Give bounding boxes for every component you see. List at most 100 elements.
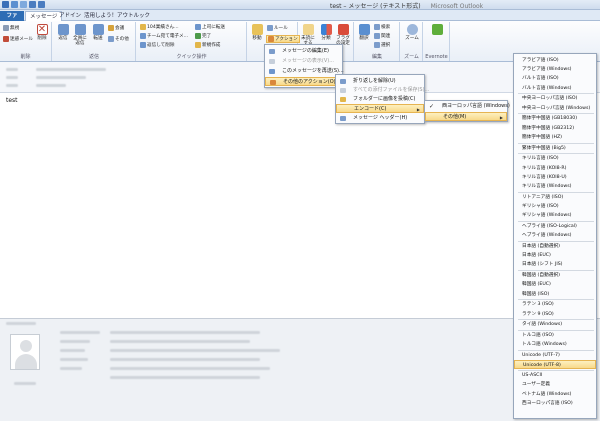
- quick-step-3[interactable]: 返信して削除: [140, 42, 174, 48]
- rules-button[interactable]: ルール: [267, 25, 288, 31]
- tab-file[interactable]: ファイル: [0, 11, 24, 29]
- encoding-option[interactable]: 日本語 (EUC): [514, 251, 596, 260]
- encoding-option[interactable]: 日本語 (シフト JIS): [514, 260, 596, 269]
- view-icon: [269, 59, 275, 64]
- zoom-button[interactable]: ズーム: [404, 24, 420, 41]
- encoding-option[interactable]: キリル言語 (ISO): [514, 154, 596, 163]
- encoding-option[interactable]: ギリシャ語 (Windows): [514, 211, 596, 220]
- encoding-option[interactable]: トルコ語 (ISO): [514, 331, 596, 340]
- related-label: 関連: [381, 34, 391, 39]
- group-evernote: Evernote: [424, 22, 450, 61]
- encoding-option[interactable]: ヘブライ語 (Windows): [514, 231, 596, 240]
- header-subject-value: [36, 84, 66, 87]
- encoding-option[interactable]: 簡体字中国語 (HZ): [514, 133, 596, 142]
- undo-icon[interactable]: [11, 1, 18, 8]
- encoding-option[interactable]: アラビア語 (ISO): [514, 56, 596, 65]
- forward-icon: [92, 24, 104, 35]
- quick-step-3-label: 返信して削除: [147, 43, 175, 48]
- junk-button[interactable]: 迷惑メール: [3, 36, 33, 42]
- categorize-button[interactable]: 分類: [318, 24, 334, 41]
- group-zoom-label: ズーム: [404, 54, 419, 60]
- encoding-more[interactable]: その他(M) ▶: [425, 112, 507, 121]
- encoding-option[interactable]: ヘブライ語 (ISO-Logical): [514, 222, 596, 231]
- redo-icon[interactable]: [20, 1, 27, 8]
- encoding-option[interactable]: キリル言語 (KOI8-R): [514, 164, 596, 173]
- encoding-option[interactable]: リトアニア語 (ISO): [514, 193, 596, 202]
- delete-button[interactable]: ✕ 削除: [34, 24, 50, 41]
- encoding-option[interactable]: 西ヨーロッパ言語 (ISO): [514, 399, 596, 408]
- encoding-option[interactable]: キリル言語 (Windows): [514, 182, 596, 191]
- down-arrow-icon[interactable]: [38, 1, 45, 8]
- encoding-option[interactable]: アラビア語 (Windows): [514, 65, 596, 74]
- ribbon-tabs: ファイル メッセージ アドイン 活用しよう！アウトルック: [0, 10, 600, 29]
- encoding-option[interactable]: 繁体字中国語 (Big5): [514, 144, 596, 153]
- menu-resend[interactable]: このメッセージを再送(S)...: [265, 67, 344, 76]
- contact-item-4: [110, 358, 260, 361]
- menu-view-message[interactable]: メッセージの表示(V)...: [265, 57, 342, 66]
- encoding-option[interactable]: バルト言語 (Windows): [514, 84, 596, 93]
- menu-edit-message-label: メッセージの編集(E): [282, 48, 329, 54]
- ignore-button[interactable]: 無視: [3, 25, 19, 31]
- encoding-option[interactable]: トルコ語 (Windows): [514, 340, 596, 349]
- menu-encoding[interactable]: エンコード(C) ▶: [336, 104, 424, 113]
- encoding-option[interactable]: 簡体字中国語 (GB2312): [514, 124, 596, 133]
- encoding-option[interactable]: 韓国語 (自動選択): [514, 271, 596, 280]
- quick-step-2[interactable]: チーム宛て電子メ...: [140, 33, 188, 39]
- ignore-icon: [3, 25, 9, 31]
- encoding-option[interactable]: ユーザー定義: [514, 380, 596, 389]
- menu-post-to-folder[interactable]: フォルダーに画像を投稿(C): [336, 95, 424, 104]
- encoding-western-windows[interactable]: ✓ 西ヨーロッパ言語 (Windows): [425, 102, 510, 111]
- quick-step-1[interactable]: 104業績さん...: [140, 24, 179, 30]
- encoding-option[interactable]: 中央ヨーロッパ言語 (Windows): [514, 104, 596, 113]
- encoding-option[interactable]: 日本語 (自動選択): [514, 242, 596, 251]
- contact-item-3: [110, 349, 280, 352]
- header-to-value: [36, 76, 86, 79]
- encoding-option[interactable]: ラテン 9 (ISO): [514, 310, 596, 319]
- quick-step-5[interactable]: 完了: [195, 33, 211, 39]
- reply-all-button[interactable]: 全員に返信: [72, 24, 88, 46]
- encoding-option[interactable]: ギリシャ語 (ISO): [514, 202, 596, 211]
- menu-save-attachments[interactable]: すべての添付ファイルを保存(S)...: [336, 86, 429, 95]
- quick-step-4[interactable]: 上司に転送: [195, 24, 225, 30]
- meeting-icon: [108, 25, 114, 31]
- encoding-option[interactable]: Unicode (UTF-8): [514, 360, 596, 370]
- encoding-option[interactable]: US-ASCII: [514, 371, 596, 380]
- select-button[interactable]: 選択: [374, 42, 390, 48]
- menu-edit-message[interactable]: メッセージの編集(E): [265, 47, 342, 56]
- encoding-option[interactable]: 中央ヨーロッパ言語 (ISO): [514, 94, 596, 103]
- meeting-button[interactable]: 会議: [108, 25, 124, 31]
- tab-outlook-tips[interactable]: 活用しよう！アウトルック: [80, 11, 154, 21]
- translate-button[interactable]: 翻訳: [356, 24, 372, 41]
- find-button[interactable]: 検索: [374, 24, 390, 30]
- follow-up-button[interactable]: フラグの設定: [335, 24, 351, 46]
- encoding-option[interactable]: 韓国語 (ISO): [514, 290, 596, 299]
- encoding-option[interactable]: ベトナム語 (Windows): [514, 390, 596, 399]
- forward-button[interactable]: 転送: [90, 24, 106, 41]
- encoding-option[interactable]: Unicode (UTF-7): [514, 351, 596, 360]
- zoom-label: ズーム: [405, 36, 419, 41]
- quick-step-6[interactable]: 新規作成: [195, 42, 220, 48]
- up-arrow-icon[interactable]: [29, 1, 36, 8]
- translate-icon: [358, 24, 370, 35]
- contact-item-2: [110, 340, 250, 343]
- mark-unread-button[interactable]: 未読にする: [300, 24, 316, 46]
- encoding-option[interactable]: 簡体字中国語 (GB18030): [514, 114, 596, 123]
- encoding-option[interactable]: タイ語 (Windows): [514, 320, 596, 329]
- related-button[interactable]: 関連: [374, 33, 390, 39]
- evernote-button[interactable]: [429, 24, 445, 36]
- encoding-option[interactable]: バルト言語 (ISO): [514, 74, 596, 83]
- reply-button[interactable]: 返信: [55, 24, 71, 41]
- menu-unwrap[interactable]: 折り返しを解除(U): [336, 77, 424, 86]
- encoding-option[interactable]: ラテン 3 (ISO): [514, 300, 596, 309]
- post-icon: [340, 97, 346, 102]
- menu-other-actions[interactable]: その他のアクション(O)▶: [265, 77, 342, 86]
- reply-all-icon: [74, 24, 86, 35]
- encoding-option[interactable]: キリル言語 (KOI8-U): [514, 173, 596, 182]
- save-icon[interactable]: [2, 1, 9, 8]
- menu-message-header[interactable]: メッセージ ヘッダー(H): [336, 114, 424, 123]
- encoding-option[interactable]: 韓国語 (EUC): [514, 280, 596, 289]
- actions-button[interactable]: アクション: [266, 35, 300, 43]
- flag-icon: [337, 24, 349, 35]
- move-button[interactable]: 移動: [249, 24, 265, 41]
- more-button[interactable]: その他: [108, 36, 129, 42]
